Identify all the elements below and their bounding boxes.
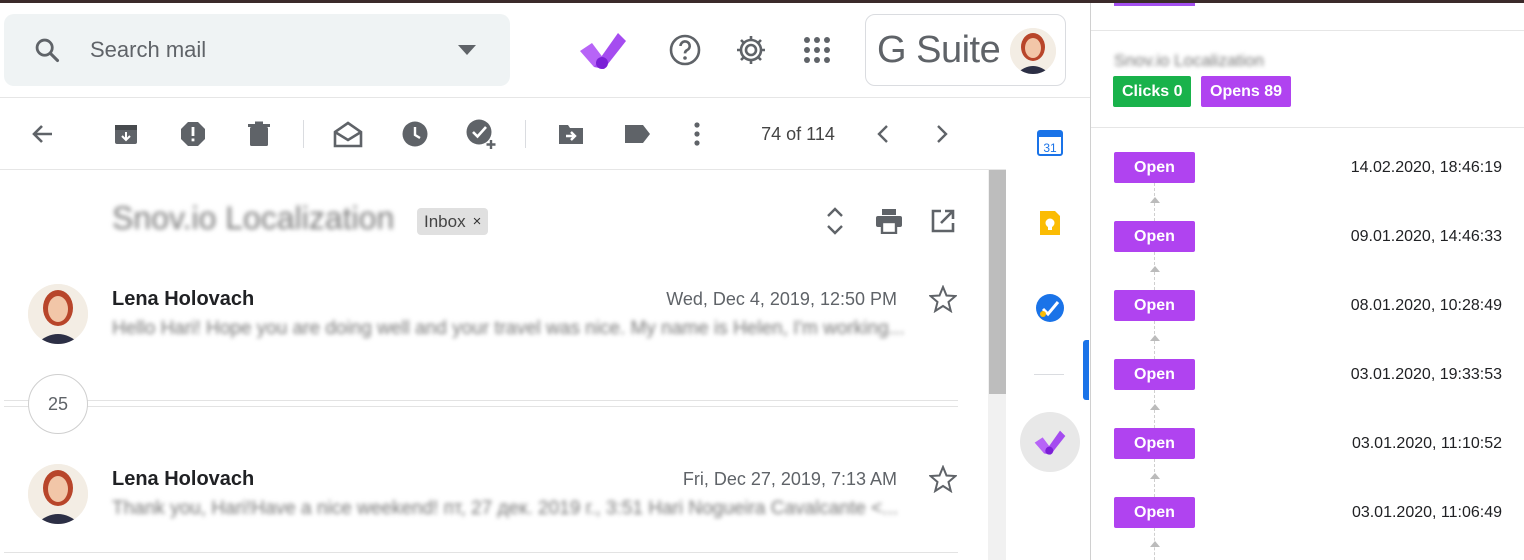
apps-grid-icon[interactable] [795, 28, 839, 72]
rail-separator [1034, 374, 1064, 375]
label-chip-text: Inbox [424, 211, 466, 231]
snooze-icon[interactable] [393, 112, 437, 156]
panel-divider [1091, 127, 1524, 128]
message-snippet[interactable]: Thank you, Hari!Have a nice weekend! пт,… [112, 498, 962, 520]
open-event-badge: Open [1114, 221, 1195, 252]
open-event-time: 14.02.2020, 18:46:19 [1350, 159, 1502, 176]
panel-divider [1091, 30, 1524, 31]
open-event-time: 09.01.2020, 14:46:33 [1350, 228, 1502, 245]
delete-icon[interactable] [237, 112, 281, 156]
account-avatar[interactable] [1010, 28, 1056, 74]
panel-email-title: Snov.io Localization [1114, 51, 1264, 70]
scrollbar-thumb[interactable] [989, 170, 1006, 394]
mark-unread-icon[interactable] [326, 112, 370, 156]
collapsed-messages-line [4, 400, 958, 401]
calendar-day: 31 [1043, 141, 1057, 155]
toolbar-separator [525, 120, 526, 148]
open-event-time: 08.01.2020, 10:28:49 [1350, 297, 1502, 314]
star-icon[interactable] [926, 462, 960, 496]
snov-addon-icon[interactable] [1020, 412, 1080, 472]
header-divider [0, 97, 1090, 98]
gsuite-label: G Suite [877, 28, 1001, 71]
more-vert-icon[interactable] [675, 112, 719, 156]
report-spam-icon[interactable] [171, 112, 215, 156]
sender-avatar[interactable] [28, 464, 88, 524]
pager-count: 74 of 114 [761, 124, 835, 144]
open-event-badge: Open [1114, 152, 1195, 183]
expand-all-icon[interactable] [813, 199, 857, 243]
message-sender[interactable]: Lena Holovach [112, 468, 254, 491]
search-options-icon[interactable] [424, 45, 510, 55]
clicks-badge: Clicks 0 [1113, 76, 1192, 107]
back-arrow-icon[interactable] [21, 112, 65, 156]
label-icon[interactable] [615, 112, 659, 156]
archive-icon[interactable] [104, 112, 148, 156]
opens-badge: Opens 89 [1201, 76, 1292, 107]
move-to-icon[interactable] [549, 112, 593, 156]
snov-logo-icon[interactable] [578, 28, 628, 72]
add-to-tasks-icon[interactable] [459, 112, 503, 156]
open-event-badge: Open [1114, 359, 1195, 390]
toolbar-separator [303, 120, 304, 148]
message-sender[interactable]: Lena Holovach [112, 288, 254, 311]
keep-icon[interactable] [1028, 201, 1072, 245]
help-icon[interactable] [663, 28, 707, 72]
search-bar[interactable]: Search mail [4, 14, 510, 86]
message-divider [4, 552, 958, 553]
message-date: Wed, Dec 4, 2019, 12:50 PM [666, 289, 897, 309]
tracking-panel: Snov.io Localization Clicks 0 Opens 89 O… [1090, 3, 1524, 560]
print-icon[interactable] [867, 199, 911, 243]
rail-active-indicator [1083, 340, 1089, 400]
sender-avatar[interactable] [28, 284, 88, 344]
timeline-arrow-icon [1150, 335, 1160, 341]
inbox-label-chip: Inbox × [417, 208, 489, 235]
settings-icon[interactable] [729, 28, 773, 72]
toolbar-divider [0, 169, 1006, 170]
timeline-arrow-icon [1150, 266, 1160, 272]
open-in-new-window-icon[interactable] [921, 199, 965, 243]
thread-subject: Snov.io Localization [112, 200, 395, 236]
open-event-time: 03.01.2020, 19:33:53 [1350, 366, 1502, 383]
gsuite-account-button[interactable]: G Suite [865, 14, 1066, 86]
remove-label-icon[interactable]: × [473, 213, 482, 230]
tasks-icon[interactable] [1028, 286, 1072, 330]
prev-icon[interactable] [861, 112, 905, 156]
calendar-icon[interactable]: 31 [1028, 120, 1072, 164]
open-event-time: 03.01.2020, 11:06:49 [1351, 504, 1502, 521]
message-date: Fri, Dec 27, 2019, 7:13 AM [682, 469, 897, 489]
open-event-time: 03.01.2020, 11:10:52 [1351, 435, 1502, 452]
open-event-badge: Open [1114, 497, 1195, 528]
search-input[interactable]: Search mail [90, 37, 424, 63]
star-icon[interactable] [926, 282, 960, 316]
collapsed-messages-count[interactable]: 25 [28, 374, 88, 434]
collapsed-messages-line [4, 406, 958, 407]
open-event-badge: Open [1114, 290, 1195, 321]
message-snippet[interactable]: Hello Hari! Hope you are doing well and … [112, 318, 962, 340]
next-icon[interactable] [920, 112, 964, 156]
timeline-arrow-icon [1150, 197, 1160, 203]
open-event-badge: Open [1114, 428, 1195, 459]
panel-top-button-stub[interactable] [1114, 3, 1195, 6]
timeline-arrow-icon [1150, 541, 1160, 547]
timeline-arrow-icon [1150, 473, 1160, 479]
timeline-arrow-icon [1150, 404, 1160, 410]
search-icon[interactable] [4, 36, 90, 64]
